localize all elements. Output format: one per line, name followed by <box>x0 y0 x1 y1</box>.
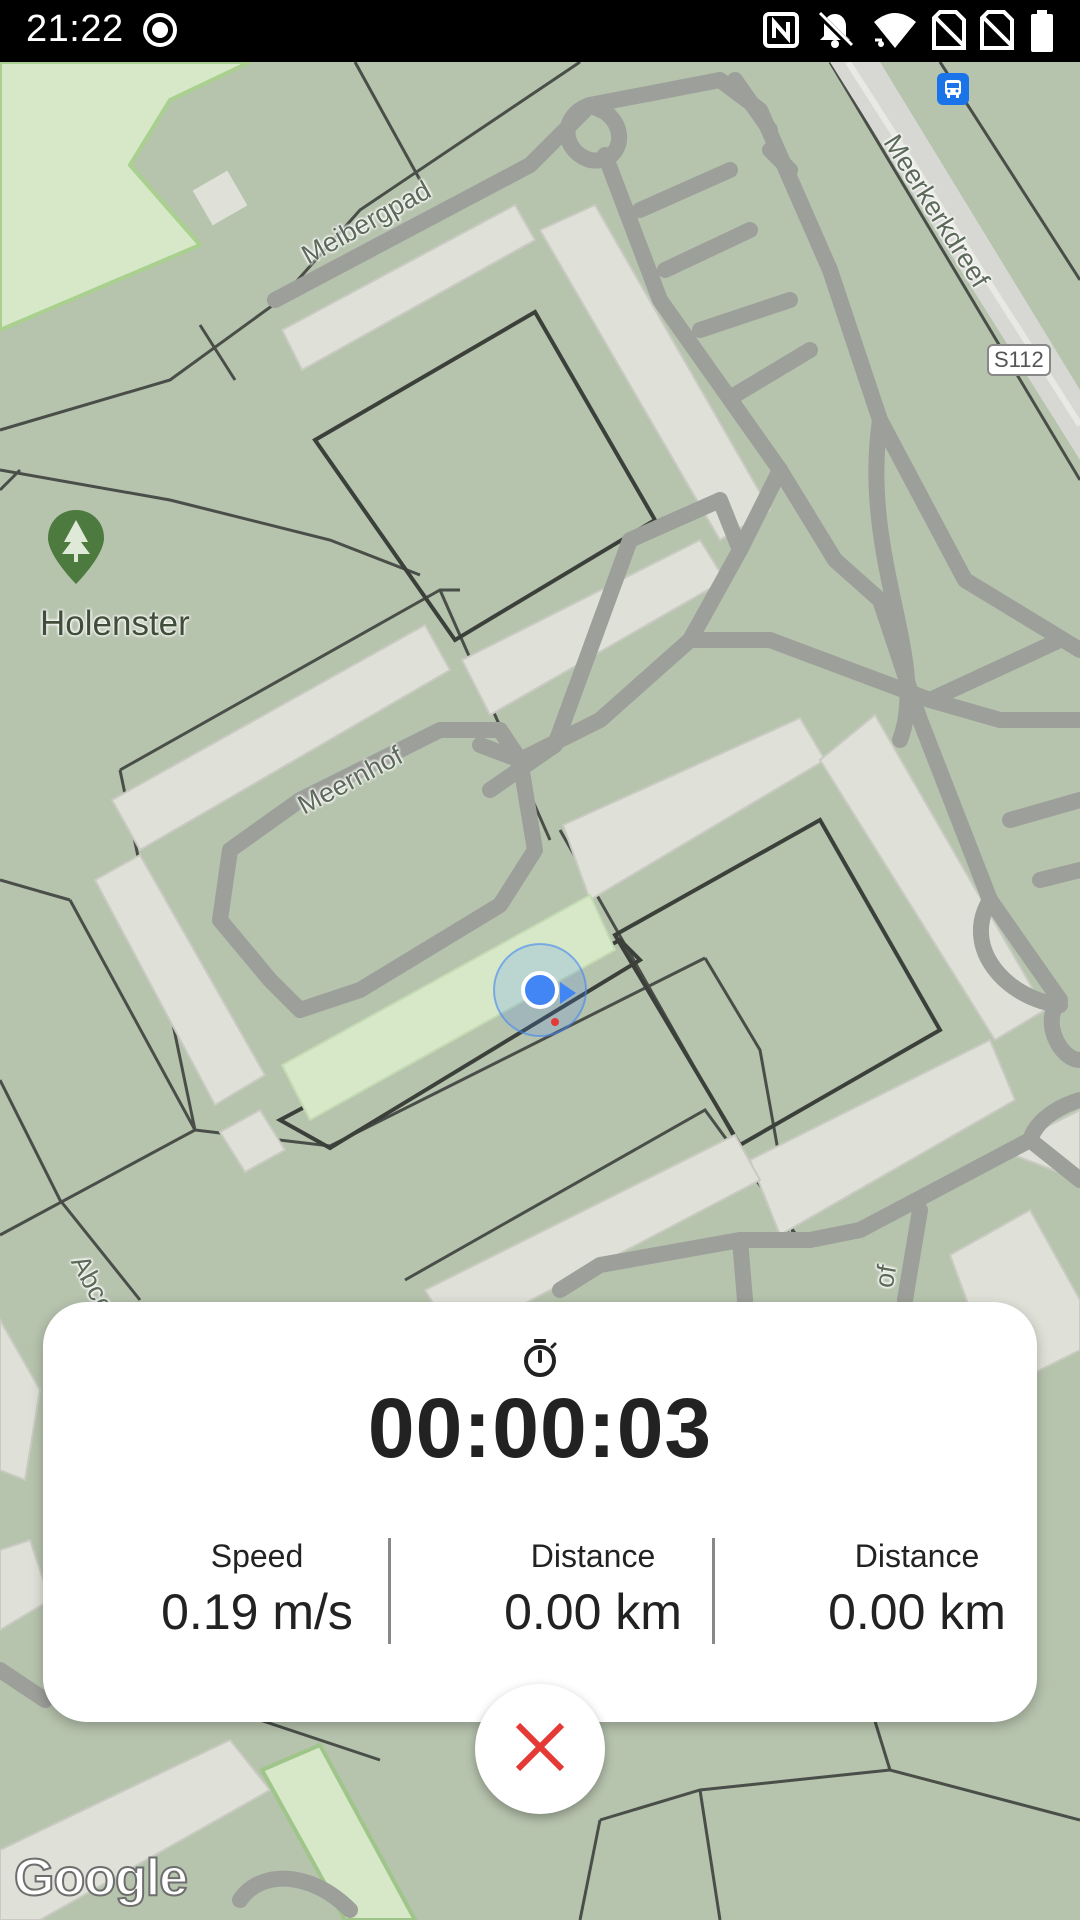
distance-stat: Distance 0.00 km <box>433 1538 753 1641</box>
nfc-icon <box>762 10 800 55</box>
road-shield-label: S112 <box>994 347 1044 372</box>
google-logo: Google <box>13 1848 189 1908</box>
stat-divider <box>712 1538 715 1644</box>
stat-label: Distance <box>530 1538 656 1574</box>
road-shield: S112 <box>987 344 1051 376</box>
battery-icon <box>1030 10 1054 57</box>
no-sim-icon <box>932 10 966 55</box>
wifi-icon <box>872 10 918 55</box>
record-icon <box>140 10 180 55</box>
no-sim-icon <box>980 10 1014 55</box>
stat-label: Speed <box>210 1538 304 1574</box>
screen: 21:22 Meibergpad Meerkerkdreef Meernhof … <box>0 0 1080 1920</box>
poi-label[interactable]: Holenster <box>40 604 190 644</box>
bus-stop-icon[interactable] <box>937 73 969 105</box>
speed-stat: Speed 0.19 m/s <box>97 1538 417 1641</box>
stat-value: 0.00 km <box>828 1584 1006 1640</box>
stat-label: Distance <box>854 1538 980 1574</box>
stat-value: 0.00 km <box>504 1584 682 1640</box>
stats-card: 00:00:03 Speed 0.19 m/s Distance 0.00 km… <box>43 1302 1037 1722</box>
stat-divider <box>388 1538 391 1644</box>
status-time: 21:22 <box>26 8 124 50</box>
tree-icon[interactable] <box>46 508 106 591</box>
elapsed-time: 00:00:03 <box>367 1381 713 1475</box>
status-bar: 21:22 <box>0 0 1080 62</box>
stop-tracking-button[interactable] <box>475 1684 605 1814</box>
stat-value: 0.19 m/s <box>161 1584 353 1640</box>
distance-stat-2: Distance 0.00 km <box>757 1538 1077 1641</box>
stopwatch-icon <box>522 1338 558 1383</box>
notifications-off-icon <box>815 10 855 55</box>
close-icon <box>514 1721 566 1778</box>
